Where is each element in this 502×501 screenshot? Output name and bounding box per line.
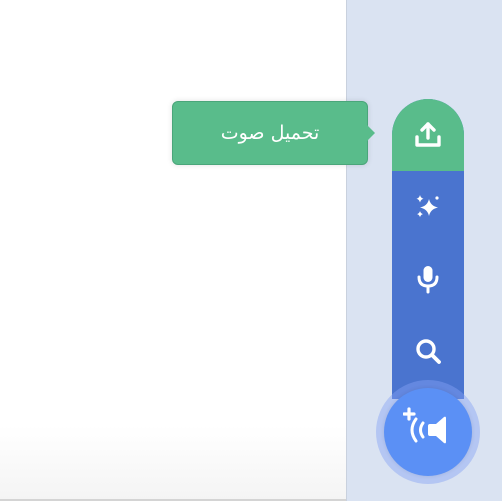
sparkles-icon bbox=[413, 192, 443, 222]
add-sound-menu bbox=[392, 99, 464, 399]
microphone-icon bbox=[413, 264, 443, 294]
upload-icon bbox=[413, 120, 443, 150]
choose-sound-button[interactable] bbox=[392, 315, 464, 387]
tooltip-label: تحميل صوت bbox=[220, 122, 320, 144]
add-sound-button[interactable] bbox=[384, 388, 472, 476]
add-sound-icon bbox=[402, 405, 453, 459]
sound-editor-area bbox=[0, 0, 346, 501]
surprise-sound-button[interactable] bbox=[392, 171, 464, 243]
tooltip-arrow bbox=[366, 124, 375, 142]
upload-sound-button[interactable] bbox=[392, 99, 464, 171]
upload-sound-tooltip: تحميل صوت bbox=[172, 101, 368, 165]
search-icon bbox=[413, 336, 443, 366]
record-sound-button[interactable] bbox=[392, 243, 464, 315]
